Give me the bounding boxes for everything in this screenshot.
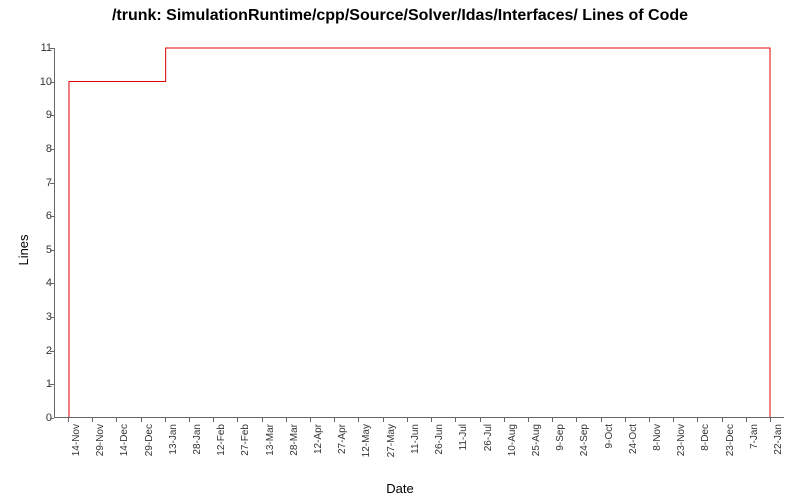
x-tick-mark bbox=[165, 418, 166, 422]
x-tick-label: 24-Oct bbox=[628, 424, 639, 454]
x-tick-mark bbox=[407, 418, 408, 422]
x-tick-label: 29-Nov bbox=[95, 424, 106, 456]
chart-title: /trunk: SimulationRuntime/cpp/Source/Sol… bbox=[0, 0, 800, 25]
x-tick-label: 24-Sep bbox=[579, 424, 590, 456]
x-tick-mark bbox=[455, 418, 456, 422]
data-series-line bbox=[55, 48, 784, 417]
x-tick-label: 13-Jan bbox=[168, 424, 179, 455]
x-tick-mark bbox=[237, 418, 238, 422]
x-tick-mark bbox=[625, 418, 626, 422]
x-tick-mark bbox=[480, 418, 481, 422]
x-tick-mark bbox=[649, 418, 650, 422]
x-axis-label: Date bbox=[386, 481, 413, 496]
x-tick-mark bbox=[334, 418, 335, 422]
chart-container: /trunk: SimulationRuntime/cpp/Source/Sol… bbox=[0, 0, 800, 500]
x-tick-label: 26-Jul bbox=[483, 424, 494, 451]
x-tick-label: 28-Mar bbox=[289, 424, 300, 456]
x-tick-mark bbox=[552, 418, 553, 422]
x-tick-label: 26-Jun bbox=[434, 424, 445, 455]
y-axis: 01234567891011 bbox=[0, 48, 54, 418]
x-tick-mark bbox=[262, 418, 263, 422]
x-tick-label: 27-May bbox=[386, 424, 397, 457]
x-tick-mark bbox=[68, 418, 69, 422]
x-tick-label: 12-May bbox=[361, 424, 372, 457]
x-tick-label: 8-Dec bbox=[700, 424, 711, 451]
x-tick-label: 7-Jan bbox=[749, 424, 760, 449]
x-tick-label: 9-Sep bbox=[555, 424, 566, 451]
x-tick-label: 23-Nov bbox=[676, 424, 687, 456]
x-tick-mark bbox=[504, 418, 505, 422]
x-tick-label: 8-Nov bbox=[652, 424, 663, 451]
x-tick-mark bbox=[92, 418, 93, 422]
x-tick-label: 11-Jul bbox=[458, 424, 469, 451]
x-tick-label: 23-Dec bbox=[725, 424, 736, 456]
x-tick-mark bbox=[576, 418, 577, 422]
x-tick-mark bbox=[383, 418, 384, 422]
x-tick-label: 11-Jun bbox=[410, 424, 421, 454]
x-tick-mark bbox=[770, 418, 771, 422]
x-tick-label: 25-Aug bbox=[531, 424, 542, 456]
x-tick-mark bbox=[141, 418, 142, 422]
x-tick-mark bbox=[697, 418, 698, 422]
x-tick-label: 12-Feb bbox=[216, 424, 227, 456]
x-tick-label: 14-Dec bbox=[119, 424, 130, 456]
x-tick-label: 27-Apr bbox=[337, 424, 348, 454]
x-tick-label: 22-Jan bbox=[773, 424, 784, 455]
x-tick-label: 14-Nov bbox=[71, 424, 82, 456]
x-tick-mark bbox=[673, 418, 674, 422]
x-tick-label: 13-Mar bbox=[265, 424, 276, 456]
x-tick-label: 27-Feb bbox=[240, 424, 251, 456]
x-tick-mark bbox=[601, 418, 602, 422]
x-tick-mark bbox=[116, 418, 117, 422]
x-tick-label: 28-Jan bbox=[192, 424, 203, 455]
x-tick-mark bbox=[528, 418, 529, 422]
x-tick-label: 9-Oct bbox=[604, 424, 615, 448]
x-tick-mark bbox=[213, 418, 214, 422]
x-tick-mark bbox=[358, 418, 359, 422]
x-tick-mark bbox=[746, 418, 747, 422]
x-tick-mark bbox=[431, 418, 432, 422]
x-tick-mark bbox=[310, 418, 311, 422]
x-tick-mark bbox=[286, 418, 287, 422]
x-tick-mark bbox=[189, 418, 190, 422]
x-tick-label: 29-Dec bbox=[144, 424, 155, 456]
plot-area bbox=[54, 48, 784, 418]
x-tick-label: 10-Aug bbox=[507, 424, 518, 456]
x-tick-mark bbox=[722, 418, 723, 422]
x-axis: 14-Nov 29-Nov 14-Dec 29-Dec 13-Jan 28-Jan 12-F… bbox=[54, 418, 784, 488]
x-tick-label: 12-Apr bbox=[313, 424, 324, 454]
